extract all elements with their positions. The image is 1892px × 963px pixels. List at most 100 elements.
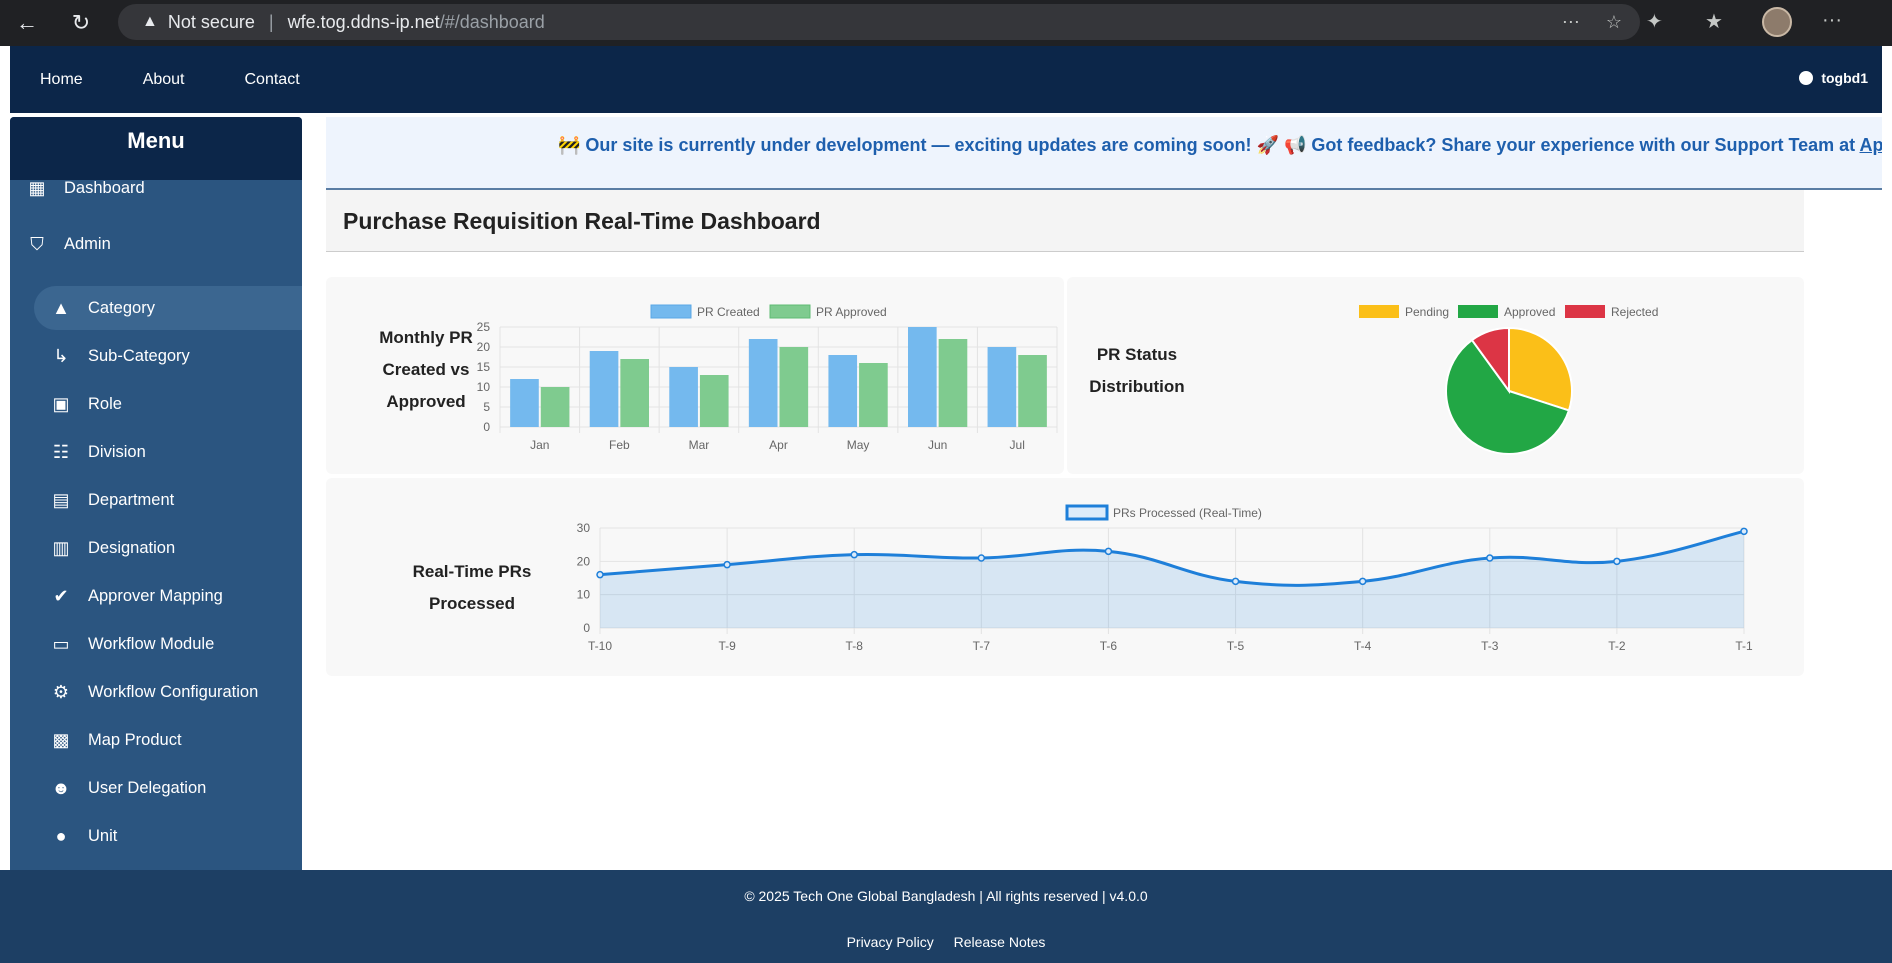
sidebar-item-label: Sub-Category [88,346,190,365]
favorite-star-icon[interactable]: ☆ [1606,12,1622,33]
realtime-card: Real-Time PRs Processed PRs Processed (R… [326,478,1804,676]
sidebar-item-dashboard[interactable]: ▦ Dashboard [10,166,302,210]
sidebar-item-unit[interactable]: ● Unit [10,814,302,858]
legend-swatch-pending [1359,305,1399,318]
nav-contact[interactable]: Contact [245,71,300,89]
sidebar-item-approver-mapping[interactable]: ✔ Approver Mapping [10,574,302,618]
sidebar-item-label: Designation [88,538,176,557]
bar-pr-approved-feb [620,359,650,427]
sidebar-item-category[interactable]: ▲ Category [34,286,302,330]
reader-mode-icon[interactable]: ⋯ [1562,12,1580,33]
x-tick-label: Jul [1010,438,1025,452]
legend-label-pending: Pending [1405,305,1449,319]
top-navbar: Home About Contact togbd1 [10,46,1882,113]
bar-pr-approved-apr [779,347,809,427]
y-tick-label: 5 [483,400,490,414]
status-card: PR Status Distribution Pending Approved Re… [1067,277,1804,474]
sidebar: Menu ▦ Dashboard ⛉ Admin ▲ Category ↳ Sub-Categ… [10,117,302,877]
building-icon: ▤ [52,489,70,510]
status-pie-chart: Pending Approved Rejected [1359,305,1658,455]
sidebar-item-division[interactable]: ☷ Division [10,430,302,474]
y-tick-label: 15 [477,360,491,374]
security-status: Not secure [167,11,255,32]
more-menu-icon[interactable]: ··· [1822,9,1842,32]
subdirectory-arrow-icon: ↳ [53,345,69,366]
dashboard-icon: ▦ [28,177,46,198]
x-tick-label: T-7 [973,639,991,653]
sidebar-item-map-product[interactable]: ▩ Map Product [10,718,302,762]
footer-copyright: © 2025 Tech One Global Bangladesh | All … [744,888,1148,904]
sidebar-item-label: Workflow Module [88,634,215,653]
sidebar-item-role[interactable]: ▣ Role [10,382,302,426]
page-title: Purchase Requisition Real-Time Dashboard [343,208,821,234]
point-t-1 [1740,527,1748,536]
banner-link[interactable]: Appli [1860,135,1882,155]
x-tick-label: T-9 [718,639,736,653]
favorites-icon[interactable]: ★ [1705,9,1723,34]
sidebar-item-label: Role [88,394,122,413]
back-arrow-icon[interactable]: ← [10,6,44,40]
sidebar-item-label: Map Product [88,730,182,749]
banner-text: 🚧 Our site is currently under developmen… [558,135,1860,155]
x-tick-label: T-1 [1735,639,1753,653]
sidebar-item-workflow-configuration[interactable]: ⚙ Workflow Configuration [10,670,302,714]
legend-label-0: PR Created [697,305,760,319]
users-icon: ☻ [51,777,71,798]
address-bar[interactable]: ▲ Not secure | wfe.tog.ddns-ip.net /#/da… [118,4,1640,40]
point-t-6 [1104,547,1113,556]
map-icon: ▩ [52,729,70,750]
y-tick-label: 10 [477,380,491,394]
point-t-9 [723,560,731,569]
sidebar-item-department[interactable]: ▤ Department [10,478,302,522]
username: togbd1 [1821,70,1868,86]
sidebar-item-label: Admin [64,234,111,253]
bar-pr-created-jan [510,379,539,427]
x-tick-label: T-10 [588,639,612,653]
check-circle-icon: ✔ [53,585,69,606]
x-tick-label: Jun [928,438,947,452]
sidebar-item-admin[interactable]: ⛉ Admin [10,222,302,266]
bar-pr-approved-jan [540,387,570,427]
legend-label-approved: Approved [1504,305,1555,319]
sidebar-item-label: Department [88,490,175,509]
x-tick-label: T-5 [1227,639,1245,653]
page-header: Purchase Requisition Real-Time Dashboard [326,190,1804,252]
profile-avatar[interactable] [1762,7,1792,37]
user-menu[interactable]: togbd1 [1799,70,1868,86]
sidebar-item-user-delegation[interactable]: ☻ User Delegation [10,766,302,810]
sidebar-item-label: Approver Mapping [88,586,223,605]
legend-swatch-rejected [1565,305,1605,318]
legend-label-rejected: Rejected [1611,305,1658,319]
nav-about[interactable]: About [143,71,185,89]
point-t-3 [1486,554,1494,562]
bar-pr-approved-jul [1018,355,1047,427]
warning-icon: ▲ [142,13,158,30]
footer: © 2025 Tech One Global Bangladesh | All … [0,870,1892,963]
sidebar-item-label: Category [88,298,155,317]
sidebar-item-designation[interactable]: ▥ Designation [10,526,302,570]
release-notes-link[interactable]: Release Notes [954,934,1046,950]
legend-swatch-0 [650,304,692,319]
y-tick-label: 0 [583,621,590,635]
nav-home[interactable]: Home [40,71,83,89]
extensions-icon[interactable]: ✦ [1646,9,1663,34]
user-circle-icon [1799,71,1814,85]
reload-icon[interactable]: ↻ [64,6,98,40]
legend-swatch-1 [769,304,811,319]
sidebar-item-label: Division [88,442,146,461]
privacy-policy-link[interactable]: Privacy Policy [847,934,934,950]
bar-pr-approved-mar [699,375,729,427]
x-tick-label: T-8 [846,639,864,653]
sidebar-item-workflow-module[interactable]: ▭ Workflow Module [10,622,302,666]
browser-toolbar: ← ↻ ▲ Not secure | wfe.tog.ddns-ip.net /… [0,0,1892,46]
x-tick-label: Feb [609,438,630,452]
x-tick-label: May [847,438,870,452]
sidebar-item-label: User Delegation [88,778,207,797]
x-tick-label: Apr [769,438,788,452]
bar-pr-approved-jun [938,339,968,427]
sidebar-item-sub-category[interactable]: ↳ Sub-Category [10,334,302,378]
gear-icon: ⚙ [52,681,70,702]
x-tick-label: T-2 [1608,639,1626,653]
monthly-pr-card: Monthly PR Created vs Approved PR Create… [326,277,1064,474]
briefcase-icon: ▭ [52,633,70,654]
